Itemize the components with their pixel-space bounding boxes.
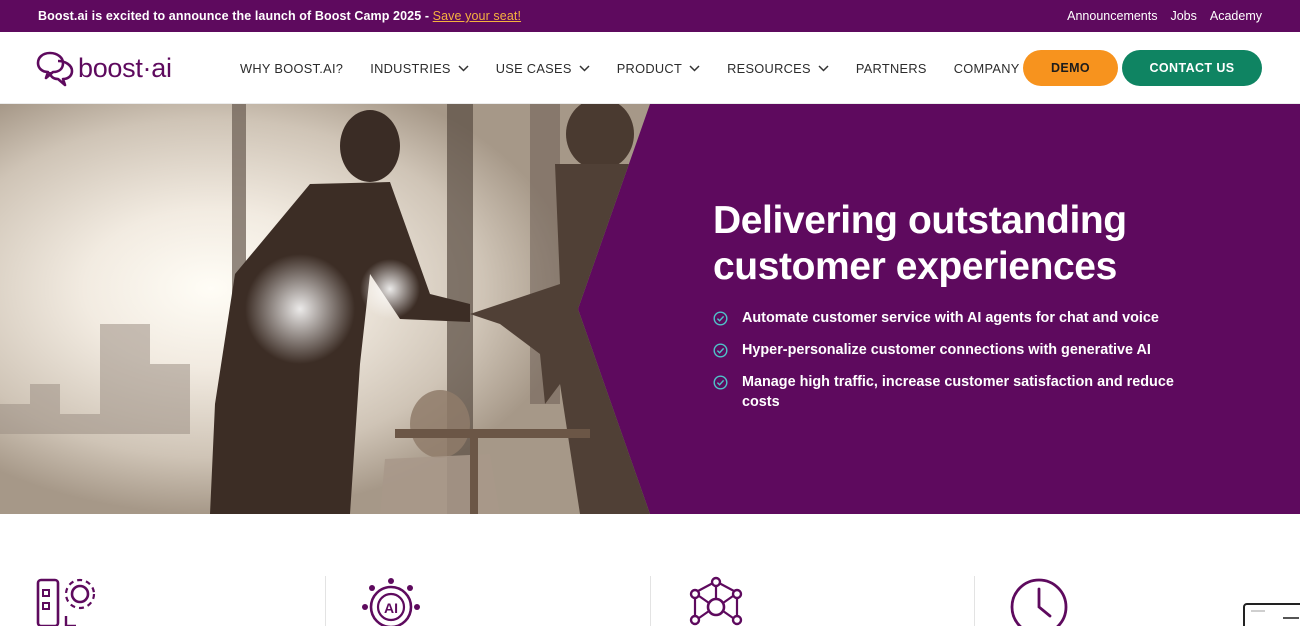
- thumbnail-line: [1251, 610, 1265, 612]
- nav-item-use-cases[interactable]: USE CASES: [496, 61, 590, 76]
- announcement-message: Boost.ai is excited to announce the laun…: [38, 9, 433, 23]
- hero-heading-line1: Delivering outstanding: [713, 199, 1127, 242]
- check-circle-icon: [713, 343, 728, 358]
- nav-item-industries[interactable]: INDUSTRIES: [370, 61, 469, 76]
- feature-divider: [650, 576, 651, 626]
- nav-item-partners[interactable]: PARTNERS: [856, 61, 927, 76]
- nav-item-label: INDUSTRIES: [370, 60, 451, 76]
- hero-bullet: Manage high traffic, increase customer s…: [713, 372, 1183, 412]
- nav-item-label: PARTNERS: [855, 60, 927, 76]
- nav-item-label: RESOURCES: [727, 60, 811, 76]
- nav-item-label: WHY BOOST.AI?: [240, 60, 344, 76]
- hero-heading-line2: customer experiences: [713, 245, 1117, 288]
- contact-us-button[interactable]: CONTACT US: [1122, 50, 1262, 86]
- boost-ai-logo[interactable]: boost·ai: [36, 48, 172, 88]
- svg-text:AI: AI: [384, 600, 398, 616]
- network-nodes-icon: [689, 576, 743, 626]
- check-circle-icon: [713, 311, 728, 326]
- main-navigation: boost·ai WHY BOOST.AI? INDUSTRIES USE CA…: [0, 32, 1300, 104]
- nav-item-label: USE CASES: [495, 60, 572, 76]
- hero-bullet: Automate customer service with AI agents…: [713, 308, 1183, 328]
- feature-divider: [325, 576, 326, 626]
- academy-link[interactable]: Academy: [1210, 9, 1262, 23]
- save-seat-link[interactable]: Save your seat!: [433, 9, 521, 23]
- logo-wordmark: boost·ai: [78, 52, 172, 83]
- hero-content: Delivering outstanding customer experien…: [713, 198, 1183, 424]
- demo-button[interactable]: DEMO: [1023, 50, 1118, 86]
- hero-section: Delivering outstanding customer experien…: [0, 104, 1300, 514]
- hero-bullet-list: Automate customer service with AI agents…: [713, 308, 1183, 412]
- nav-item-product[interactable]: PRODUCT: [617, 61, 700, 76]
- feature-divider: [974, 576, 975, 626]
- nav-item-why-boost[interactable]: WHY BOOST.AI?: [240, 61, 343, 76]
- announcement-text: Boost.ai is excited to announce the laun…: [38, 9, 521, 23]
- nav-menu: WHY BOOST.AI? INDUSTRIES USE CASES PRODU…: [240, 32, 1065, 104]
- nav-item-label: PRODUCT: [616, 60, 683, 76]
- ai-chip-icon: AI: [362, 578, 420, 626]
- thumbnail-line: [1283, 617, 1299, 619]
- clock-icon: [1010, 578, 1068, 626]
- chevron-down-icon: [458, 64, 469, 72]
- hero-bullet-text: Manage high traffic, increase customer s…: [742, 374, 1174, 410]
- features-section: AI: [0, 514, 1300, 626]
- announcements-link[interactable]: Announcements: [1067, 9, 1157, 23]
- nav-item-label: COMPANY: [953, 60, 1020, 76]
- product-screenshot-thumbnail: [1243, 603, 1300, 626]
- jobs-link[interactable]: Jobs: [1170, 9, 1196, 23]
- nav-item-resources[interactable]: RESOURCES: [727, 61, 829, 76]
- hero-bullet: Hyper-personalize customer connections w…: [713, 340, 1183, 360]
- chat-bubbles-logo-icon: [36, 51, 74, 87]
- hero-bullet-text: Automate customer service with AI agents…: [742, 310, 1159, 326]
- chevron-down-icon: [579, 64, 590, 72]
- automation-gear-icon: [36, 578, 96, 626]
- hero-bullet-text: Hyper-personalize customer connections w…: [742, 342, 1151, 358]
- utility-links: Announcements Jobs Academy: [1067, 9, 1262, 23]
- chevron-down-icon: [818, 64, 829, 72]
- announcement-bar: Boost.ai is excited to announce the laun…: [0, 0, 1300, 32]
- hero-heading: Delivering outstanding customer experien…: [713, 198, 1183, 290]
- check-circle-icon: [713, 375, 728, 390]
- chevron-down-icon: [689, 64, 700, 72]
